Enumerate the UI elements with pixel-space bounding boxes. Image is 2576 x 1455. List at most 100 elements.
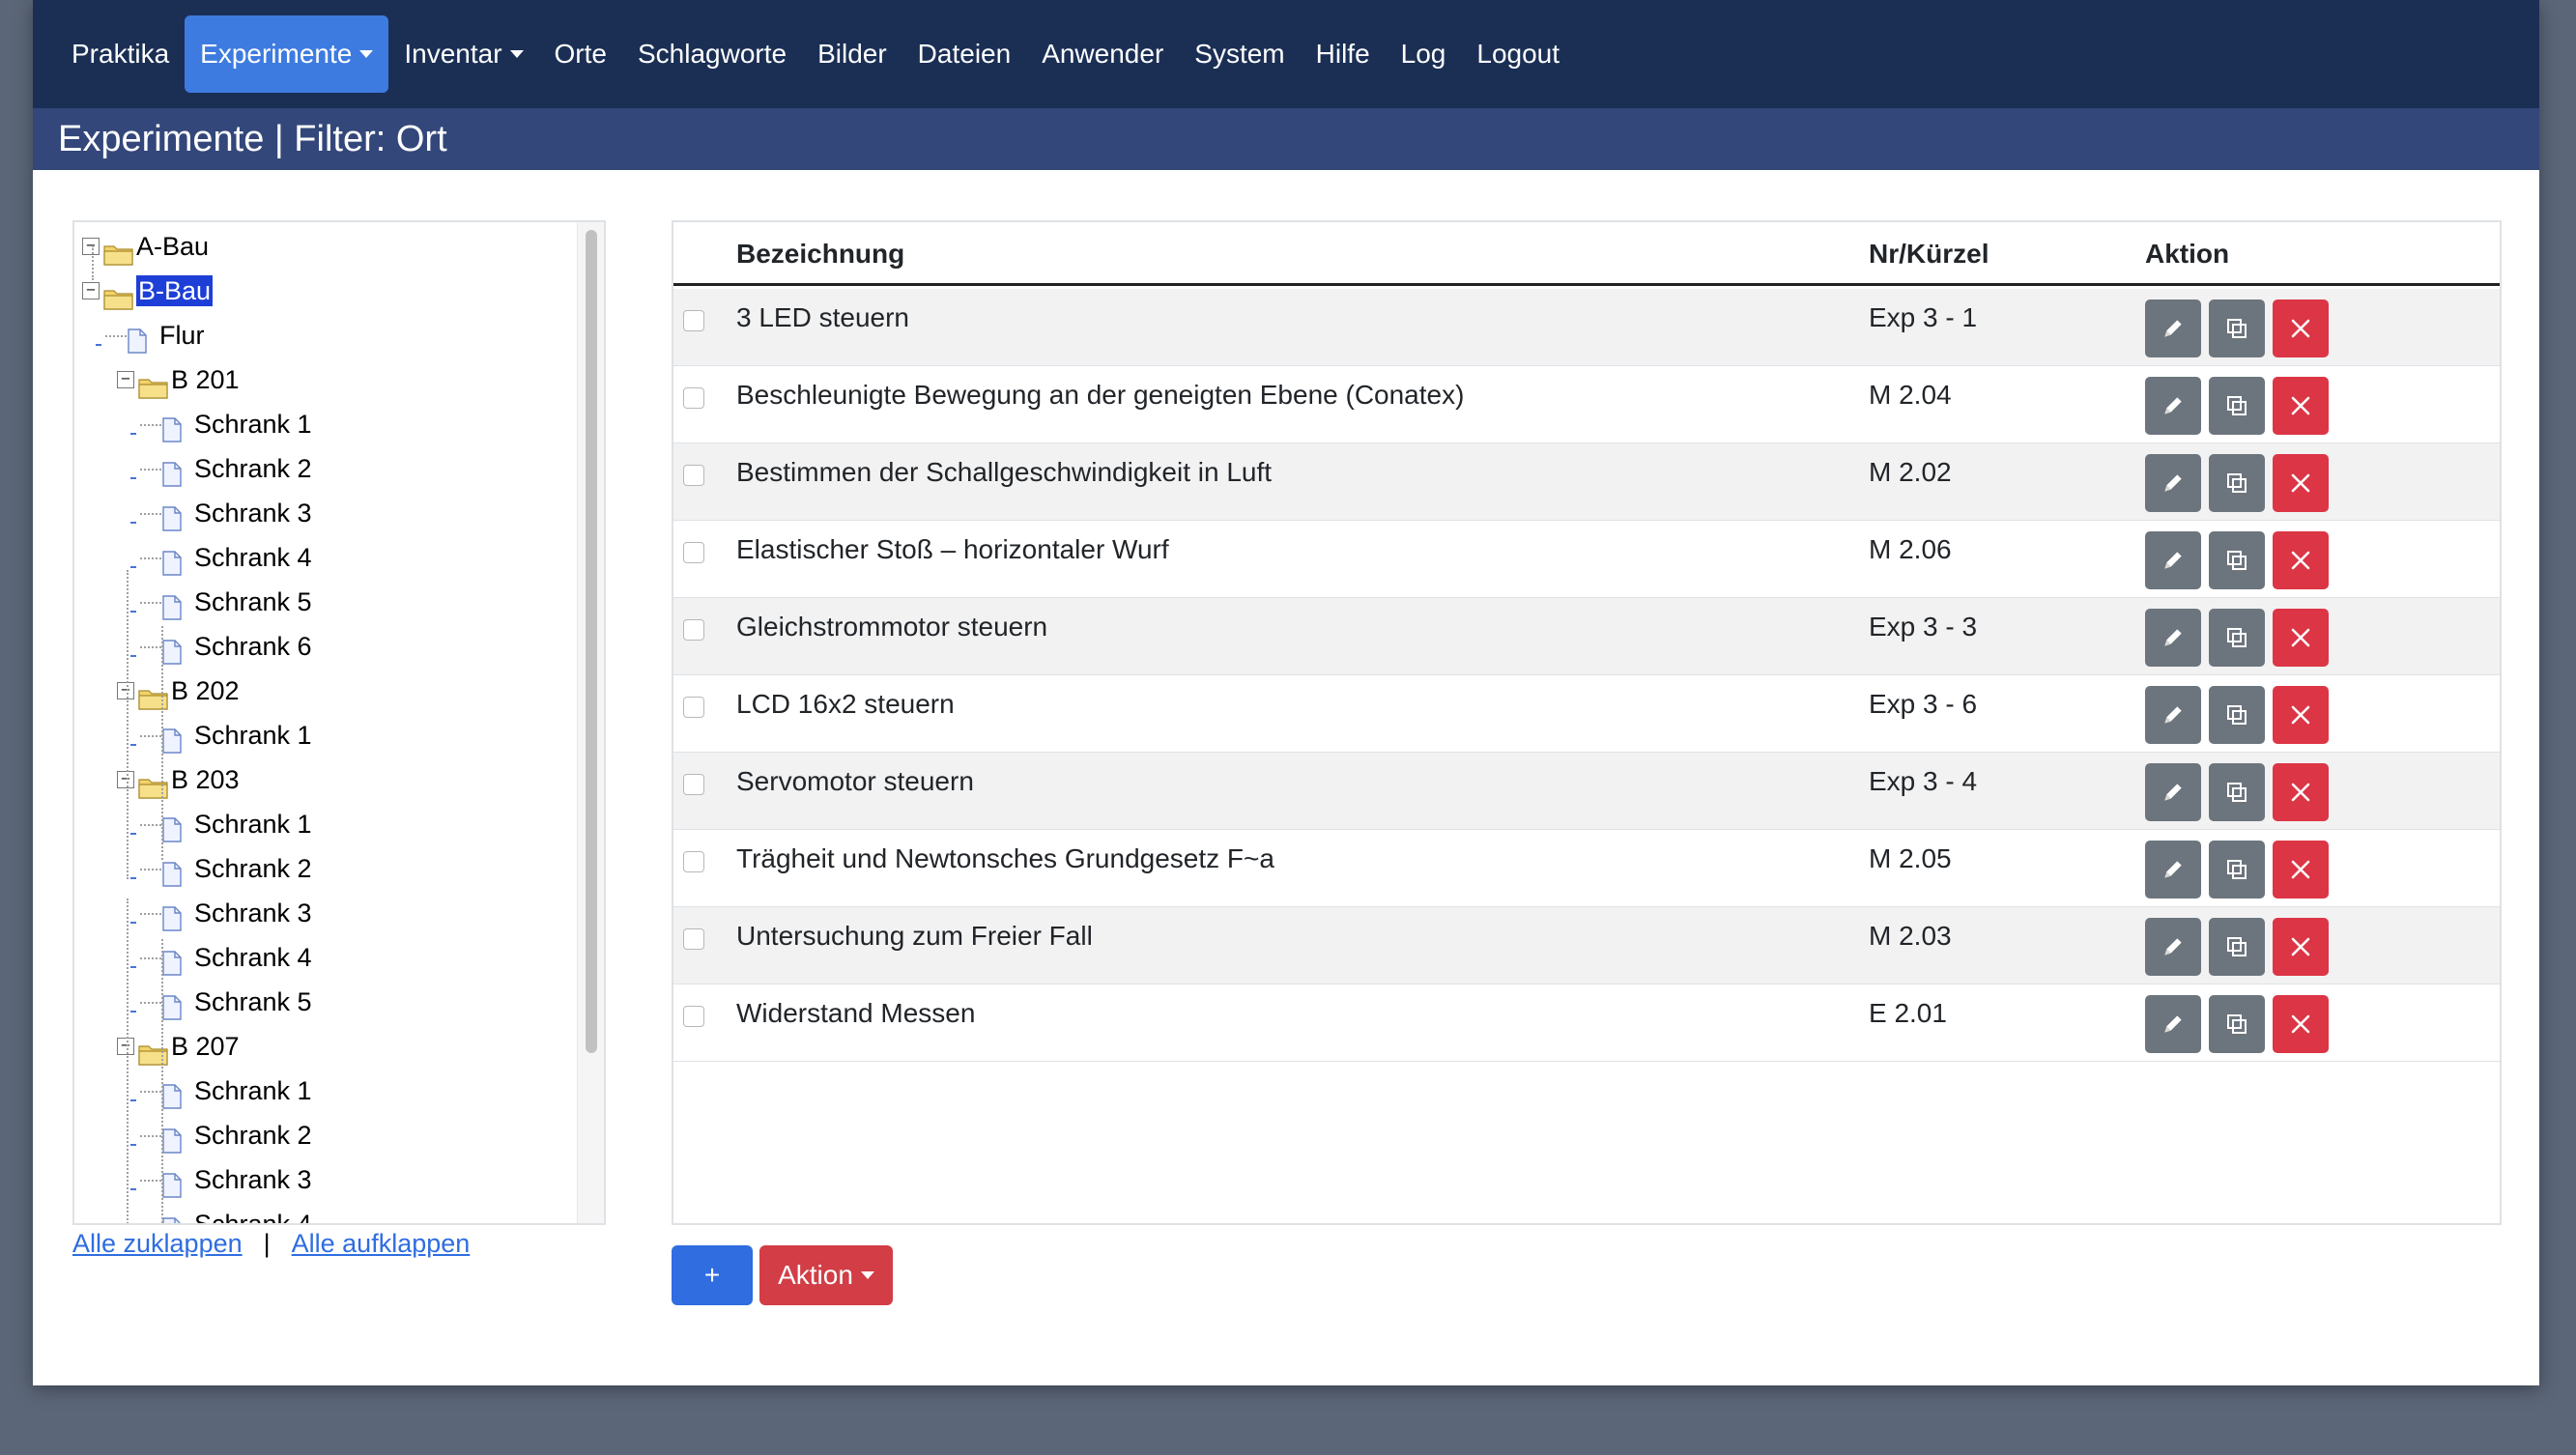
delete-button[interactable]	[2273, 918, 2329, 976]
tree-node-label[interactable]: Flur	[159, 313, 205, 357]
nav-item-inventar[interactable]: Inventar	[388, 15, 538, 93]
tree-node-label[interactable]: B 201	[171, 357, 240, 402]
nav-item-logout[interactable]: Logout	[1461, 15, 1575, 93]
tree-node-label[interactable]: Schrank 4	[194, 535, 312, 580]
delete-button[interactable]	[2273, 995, 2329, 1053]
edit-button[interactable]	[2145, 918, 2201, 976]
nav-item-anwender[interactable]: Anwender	[1026, 15, 1179, 93]
tree-folder-node[interactable]: − A-Bau	[82, 224, 209, 269]
tree-file-node[interactable]: Schrank 2	[161, 846, 312, 891]
copy-button[interactable]	[2209, 995, 2265, 1053]
nav-item-praktika[interactable]: Praktika	[56, 15, 185, 93]
row-checkbox[interactable]	[683, 928, 704, 950]
row-checkbox[interactable]	[683, 310, 704, 331]
copy-button[interactable]	[2209, 609, 2265, 667]
tree-scrollbar[interactable]	[577, 222, 604, 1223]
tree-node-label[interactable]: Schrank 3	[194, 1157, 312, 1202]
tree-node-label[interactable]: Schrank 4	[194, 935, 312, 980]
nav-item-orte[interactable]: Orte	[539, 15, 622, 93]
header-name[interactable]: Bezeichnung	[736, 222, 904, 286]
row-checkbox[interactable]	[683, 542, 704, 563]
tree-file-node[interactable]: Schrank 3	[161, 491, 312, 535]
copy-button[interactable]	[2209, 300, 2265, 357]
delete-button[interactable]	[2273, 531, 2329, 589]
copy-button[interactable]	[2209, 841, 2265, 899]
nav-item-bilder[interactable]: Bilder	[802, 15, 902, 93]
tree-file-node[interactable]: Schrank 2	[161, 446, 312, 491]
tree-node-label[interactable]: Schrank 5	[194, 980, 312, 1024]
copy-button[interactable]	[2209, 686, 2265, 744]
nav-item-log[interactable]: Log	[1386, 15, 1462, 93]
tree-folder-node[interactable]: − B 207	[117, 1024, 240, 1069]
collapse-all-link[interactable]: Alle zuklappen	[72, 1229, 243, 1258]
row-checkbox[interactable]	[683, 774, 704, 795]
tree-folder-node[interactable]: − B 203	[117, 757, 240, 802]
tree-file-node[interactable]: Schrank 1	[161, 713, 312, 757]
copy-button[interactable]	[2209, 531, 2265, 589]
edit-button[interactable]	[2145, 763, 2201, 821]
collapse-toggle-icon[interactable]: −	[117, 1038, 134, 1055]
edit-button[interactable]	[2145, 609, 2201, 667]
delete-button[interactable]	[2273, 763, 2329, 821]
tree-node-label[interactable]: Schrank 2	[194, 846, 312, 891]
edit-button[interactable]	[2145, 454, 2201, 512]
nav-item-dateien[interactable]: Dateien	[902, 15, 1027, 93]
tree-file-node[interactable]: Schrank 1	[161, 402, 312, 446]
tree-scrollbar-thumb[interactable]	[586, 230, 597, 1053]
delete-button[interactable]	[2273, 686, 2329, 744]
tree-node-label[interactable]: Schrank 4	[194, 1202, 312, 1223]
tree-folder-node[interactable]: − B 202	[117, 669, 240, 713]
tree-file-node[interactable]: Schrank 4	[161, 1202, 312, 1223]
delete-button[interactable]	[2273, 300, 2329, 357]
nav-item-experimente[interactable]: Experimente	[185, 15, 389, 93]
expand-all-link[interactable]: Alle aufklappen	[292, 1229, 471, 1258]
tree-file-node[interactable]: Flur	[127, 313, 205, 357]
delete-button[interactable]	[2273, 377, 2329, 435]
row-checkbox[interactable]	[683, 1006, 704, 1027]
tree-node-label[interactable]: Schrank 1	[194, 713, 312, 757]
nav-item-system[interactable]: System	[1179, 15, 1300, 93]
edit-button[interactable]	[2145, 841, 2201, 899]
tree-file-node[interactable]: Schrank 4	[161, 935, 312, 980]
row-checkbox[interactable]	[683, 619, 704, 641]
tree-file-node[interactable]: Schrank 3	[161, 1157, 312, 1202]
edit-button[interactable]	[2145, 377, 2201, 435]
tree-node-label[interactable]: Schrank 2	[194, 1113, 312, 1157]
nav-item-hilfe[interactable]: Hilfe	[1301, 15, 1386, 93]
row-checkbox[interactable]	[683, 697, 704, 718]
aktion-dropdown-button[interactable]: Aktion	[759, 1245, 893, 1305]
row-checkbox[interactable]	[683, 387, 704, 409]
add-experiment-button[interactable]: +	[672, 1245, 753, 1305]
tree-file-node[interactable]: Schrank 1	[161, 802, 312, 846]
tree-node-label[interactable]: B-Bau	[136, 275, 214, 306]
copy-button[interactable]	[2209, 918, 2265, 976]
header-code[interactable]: Nr/Kürzel	[1869, 222, 1989, 286]
collapse-toggle-icon[interactable]: −	[82, 238, 100, 255]
edit-button[interactable]	[2145, 531, 2201, 589]
collapse-toggle-icon[interactable]: −	[117, 682, 134, 699]
row-checkbox[interactable]	[683, 851, 704, 872]
tree-node-label[interactable]: Schrank 6	[194, 624, 312, 669]
tree-folder-node[interactable]: − B-Bau	[82, 269, 214, 313]
collapse-toggle-icon[interactable]: −	[117, 371, 134, 388]
nav-item-schlagworte[interactable]: Schlagworte	[622, 15, 802, 93]
tree-file-node[interactable]: Schrank 2	[161, 1113, 312, 1157]
edit-button[interactable]	[2145, 300, 2201, 357]
tree-node-label[interactable]: Schrank 3	[194, 891, 312, 935]
tree-node-label[interactable]: Schrank 3	[194, 491, 312, 535]
tree-node-label[interactable]: Schrank 1	[194, 802, 312, 846]
tree-node-label[interactable]: A-Bau	[136, 224, 209, 269]
tree-node-label[interactable]: B 203	[171, 757, 240, 802]
tree-node-label[interactable]: Schrank 5	[194, 580, 312, 624]
tree-file-node[interactable]: Schrank 5	[161, 580, 312, 624]
edit-button[interactable]	[2145, 995, 2201, 1053]
tree-file-node[interactable]: Schrank 4	[161, 535, 312, 580]
delete-button[interactable]	[2273, 454, 2329, 512]
copy-button[interactable]	[2209, 763, 2265, 821]
delete-button[interactable]	[2273, 841, 2329, 899]
tree-node-label[interactable]: B 202	[171, 669, 240, 713]
tree-folder-node[interactable]: − B 201	[117, 357, 240, 402]
collapse-toggle-icon[interactable]: −	[82, 282, 100, 300]
tree-node-label[interactable]: B 207	[171, 1024, 240, 1069]
tree-file-node[interactable]: Schrank 6	[161, 624, 312, 669]
